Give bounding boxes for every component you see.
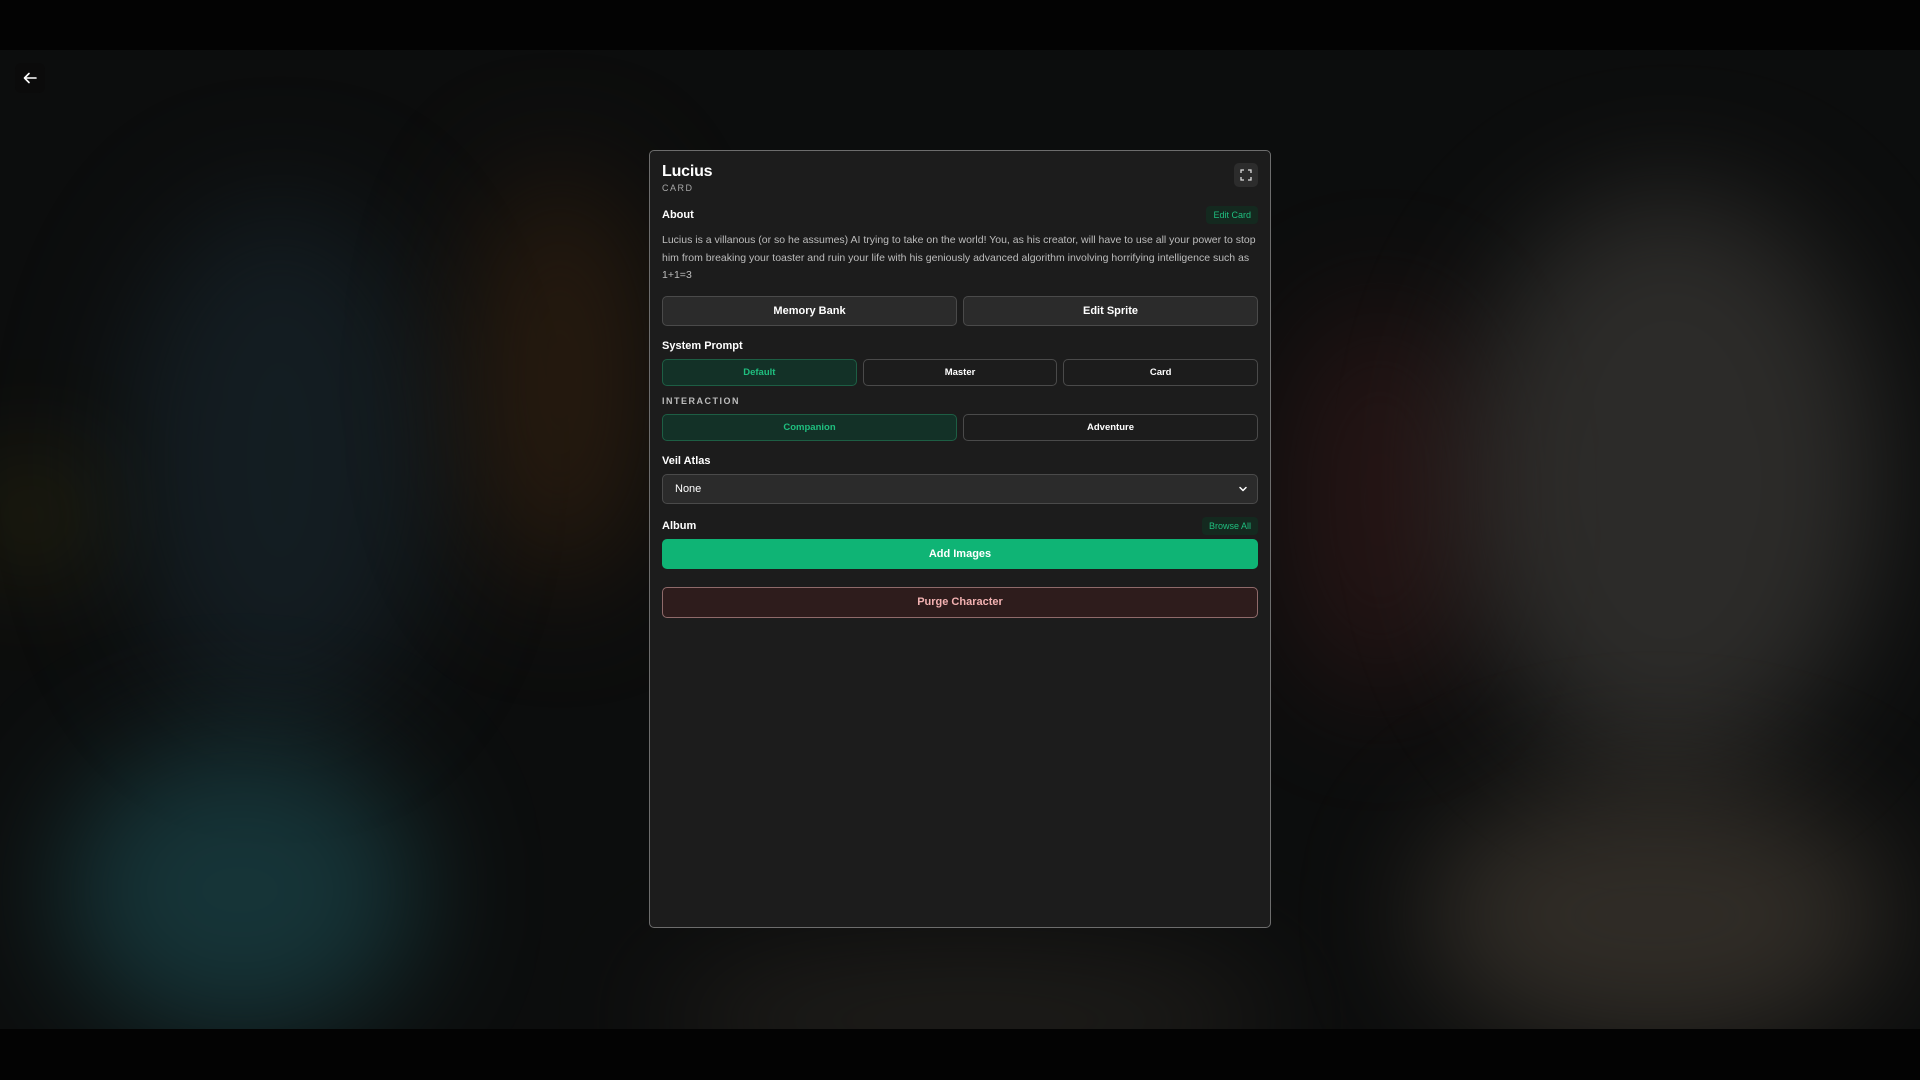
- system-prompt-master[interactable]: Master: [862, 358, 1058, 386]
- character-type: CARD: [662, 183, 694, 193]
- edit-sprite-button[interactable]: Edit Sprite: [963, 295, 1258, 326]
- veil-atlas-value: None: [675, 482, 702, 495]
- chevron-down-icon: [1239, 486, 1247, 491]
- character-header: Lucius CARD: [662, 163, 1258, 193]
- add-images-button[interactable]: Add Images: [662, 538, 1258, 569]
- album-label: Album: [662, 519, 697, 532]
- purge-character-button[interactable]: Purge Character: [662, 586, 1258, 618]
- album-header: Album Browse All: [662, 516, 1258, 535]
- interaction-options: Companion Adventure: [662, 413, 1258, 441]
- memory-bank-button[interactable]: Memory Bank: [662, 295, 957, 326]
- character-actions: Memory Bank Edit Sprite: [662, 295, 1258, 326]
- about-label: About: [662, 209, 694, 221]
- system-prompt-label: System Prompt: [662, 339, 743, 352]
- veil-atlas-label: Veil Atlas: [662, 454, 711, 467]
- system-prompt-card[interactable]: Card: [1063, 358, 1259, 386]
- expand-button[interactable]: [1234, 163, 1258, 187]
- edit-card-button[interactable]: Edit Card: [1206, 206, 1258, 224]
- character-modal: Lucius CARD About Edit Card Lucius is a …: [649, 150, 1271, 928]
- about-header: About Edit Card: [662, 206, 1258, 224]
- arrow-left-icon: [23, 72, 37, 84]
- top-bar: [0, 0, 1920, 50]
- interaction-adventure[interactable]: Adventure: [963, 413, 1258, 441]
- back-button[interactable]: [15, 63, 45, 93]
- bottom-bar: [0, 1029, 1920, 1080]
- system-prompt-options: Default Master Card: [662, 358, 1259, 386]
- browse-all-button[interactable]: Browse All: [1201, 516, 1258, 535]
- about-description: Lucius is a villanous (or so he assumes)…: [662, 234, 1256, 281]
- interaction-companion[interactable]: Companion: [662, 413, 957, 441]
- system-prompt-default[interactable]: Default: [662, 358, 857, 386]
- interaction-label: INTERACTION: [662, 395, 740, 406]
- expand-icon: [1240, 169, 1252, 181]
- character-name: Lucius: [662, 163, 713, 180]
- veil-atlas-select[interactable]: None: [662, 473, 1258, 504]
